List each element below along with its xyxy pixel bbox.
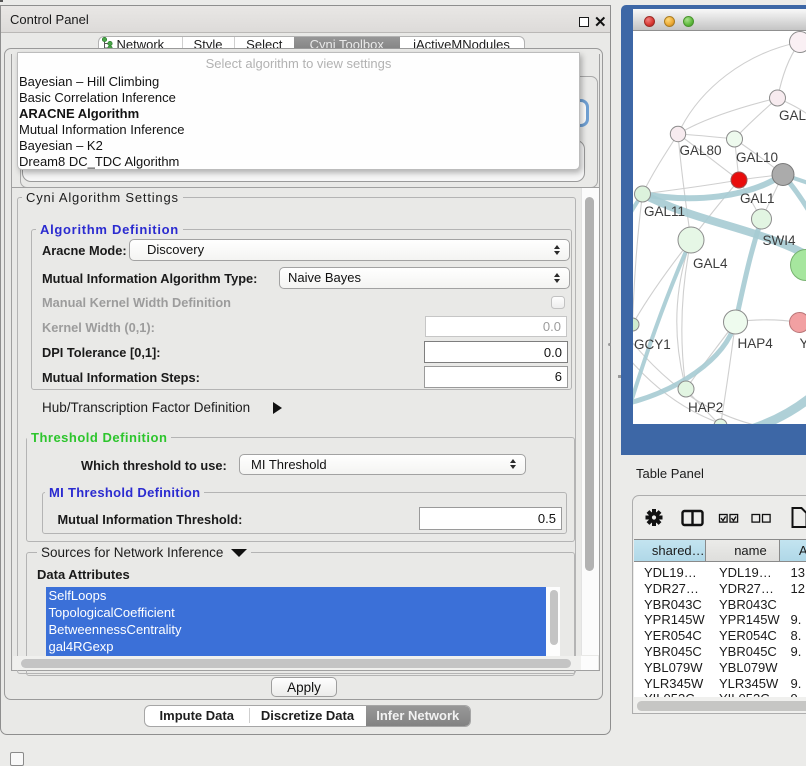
svg-text:HAP4: HAP4 — [738, 336, 774, 351]
svg-text:GAL4: GAL4 — [693, 256, 728, 271]
svg-text:GAL11: GAL11 — [644, 204, 685, 219]
svg-text:GAL7: GAL7 — [779, 108, 806, 123]
svg-text:SWI4: SWI4 — [763, 233, 796, 248]
svg-text:HAP2: HAP2 — [688, 400, 723, 415]
svg-text:Y: Y — [800, 336, 806, 351]
svg-text:GAL1: GAL1 — [740, 191, 775, 206]
svg-text:GAL80: GAL80 — [680, 143, 722, 158]
svg-text:GAL10: GAL10 — [736, 150, 778, 165]
svg-text:GCY1: GCY1 — [634, 337, 671, 352]
